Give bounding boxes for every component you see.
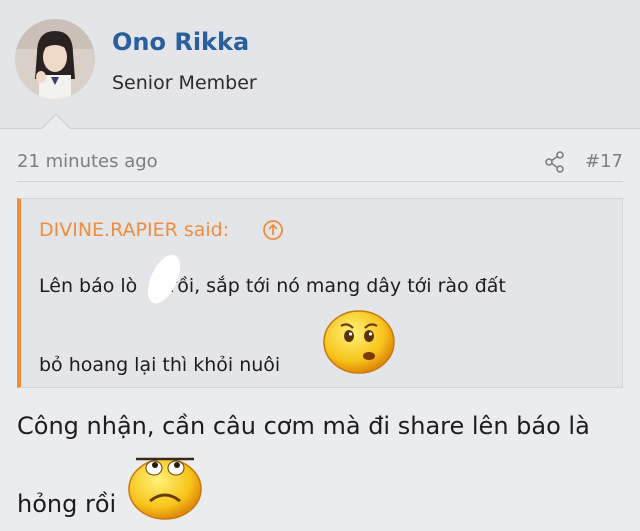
quote-attribution[interactable]: DIVINE.RAPIER said: (39, 219, 229, 241)
quote-text-start: Lên báo lò (39, 275, 138, 297)
share-icon[interactable] (544, 151, 566, 173)
quote-text-line: Lên báo lò u rồi, sắp tới nó mang dây tới… (39, 275, 506, 297)
quote-text-line: bỏ hoang lại thì khỏi nuôi (39, 354, 281, 376)
post-timestamp[interactable]: 21 minutes ago (17, 151, 158, 172)
header-pointer-fill (41, 115, 71, 130)
post-number-link[interactable]: #17 (585, 151, 623, 172)
divider (17, 181, 623, 182)
quote-block: DIVINE.RAPIER said: Lên báo lò u rồi, sắp… (17, 198, 623, 388)
avatar-image (15, 19, 95, 99)
user-header: Ono Rikka Senior Member (0, 0, 640, 129)
user-title: Senior Member (112, 72, 257, 94)
worried-emoji-icon (323, 310, 395, 374)
arrow-up-circle-icon[interactable] (262, 219, 284, 241)
username[interactable]: Ono Rikka (112, 28, 249, 56)
post-body-line: hỏng rồi (17, 490, 117, 518)
avatar[interactable] (15, 19, 95, 99)
sad-emoji-icon (128, 457, 202, 520)
post-body-line: Công nhận, cần câu cơm mà đi share lên b… (17, 412, 590, 440)
quote-text-end: u rồi, sắp tới nó mang dây tới rào đất (151, 275, 506, 297)
